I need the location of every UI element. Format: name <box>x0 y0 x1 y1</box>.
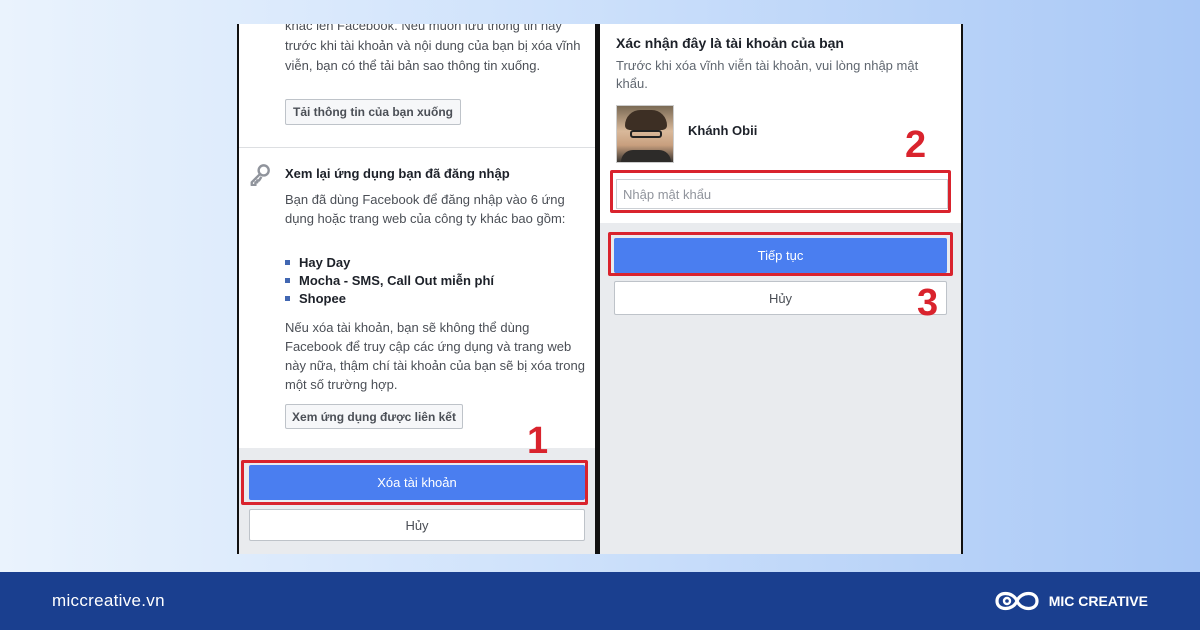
tutorial-stage: khác lên Facebook. Nếu muốn lưu thông ti… <box>0 0 1200 572</box>
cancel-button[interactable]: Hủy <box>249 509 585 541</box>
password-highlight <box>610 170 951 213</box>
footer-bar: miccreative.vn MIC CREATIVE <box>0 572 1200 630</box>
avatar <box>616 105 674 163</box>
brand: MIC CREATIVE <box>993 587 1148 615</box>
reviewed-apps-title: Xem lại ứng dụng bạn đã đăng nhập <box>285 166 510 181</box>
mic-logo-icon <box>995 591 1039 611</box>
step-number-2: 2 <box>905 124 927 166</box>
reviewed-apps-description: Bạn đã dùng Facebook để đăng nhập vào 6 … <box>285 192 566 226</box>
linked-apps-button[interactable]: Xem ứng dụng được liên kết <box>285 404 463 429</box>
confirm-description: Trước khi xóa vĩnh viễn tài khoản, vui l… <box>616 58 919 91</box>
list-item: Mocha - SMS, Call Out miễn phí <box>285 272 494 290</box>
confirm-account-panel: Xác nhận đây là tài khoản của bạn Trước … <box>597 24 963 554</box>
user-name: Khánh Obii <box>688 123 758 138</box>
app-list: Hay Day Mocha - SMS, Call Out miễn phí S… <box>285 254 494 308</box>
cancel-button[interactable]: Hủy <box>614 281 947 315</box>
step-number-1: 1 <box>527 420 549 462</box>
step-number-3: 3 <box>917 282 939 324</box>
brand-name: MIC CREATIVE <box>1048 593 1148 609</box>
list-item: Shopee <box>285 290 494 308</box>
continue-button-highlight <box>608 232 953 276</box>
confirm-title: Xác nhận đây là tài khoản của bạn <box>616 35 844 51</box>
list-item: Hay Day <box>285 254 494 272</box>
download-info-text: khác lên Facebook. Nếu muốn lưu thông ti… <box>285 24 581 73</box>
delete-warning-text: Nếu xóa tài khoản, bạn sẽ không thể dùng… <box>285 320 585 392</box>
site-url[interactable]: miccreative.vn <box>52 591 165 611</box>
download-info-button[interactable]: Tải thông tin của bạn xuống <box>285 99 461 125</box>
key-icon <box>250 164 270 186</box>
section-divider <box>239 147 595 148</box>
delete-button-highlight <box>241 460 588 505</box>
